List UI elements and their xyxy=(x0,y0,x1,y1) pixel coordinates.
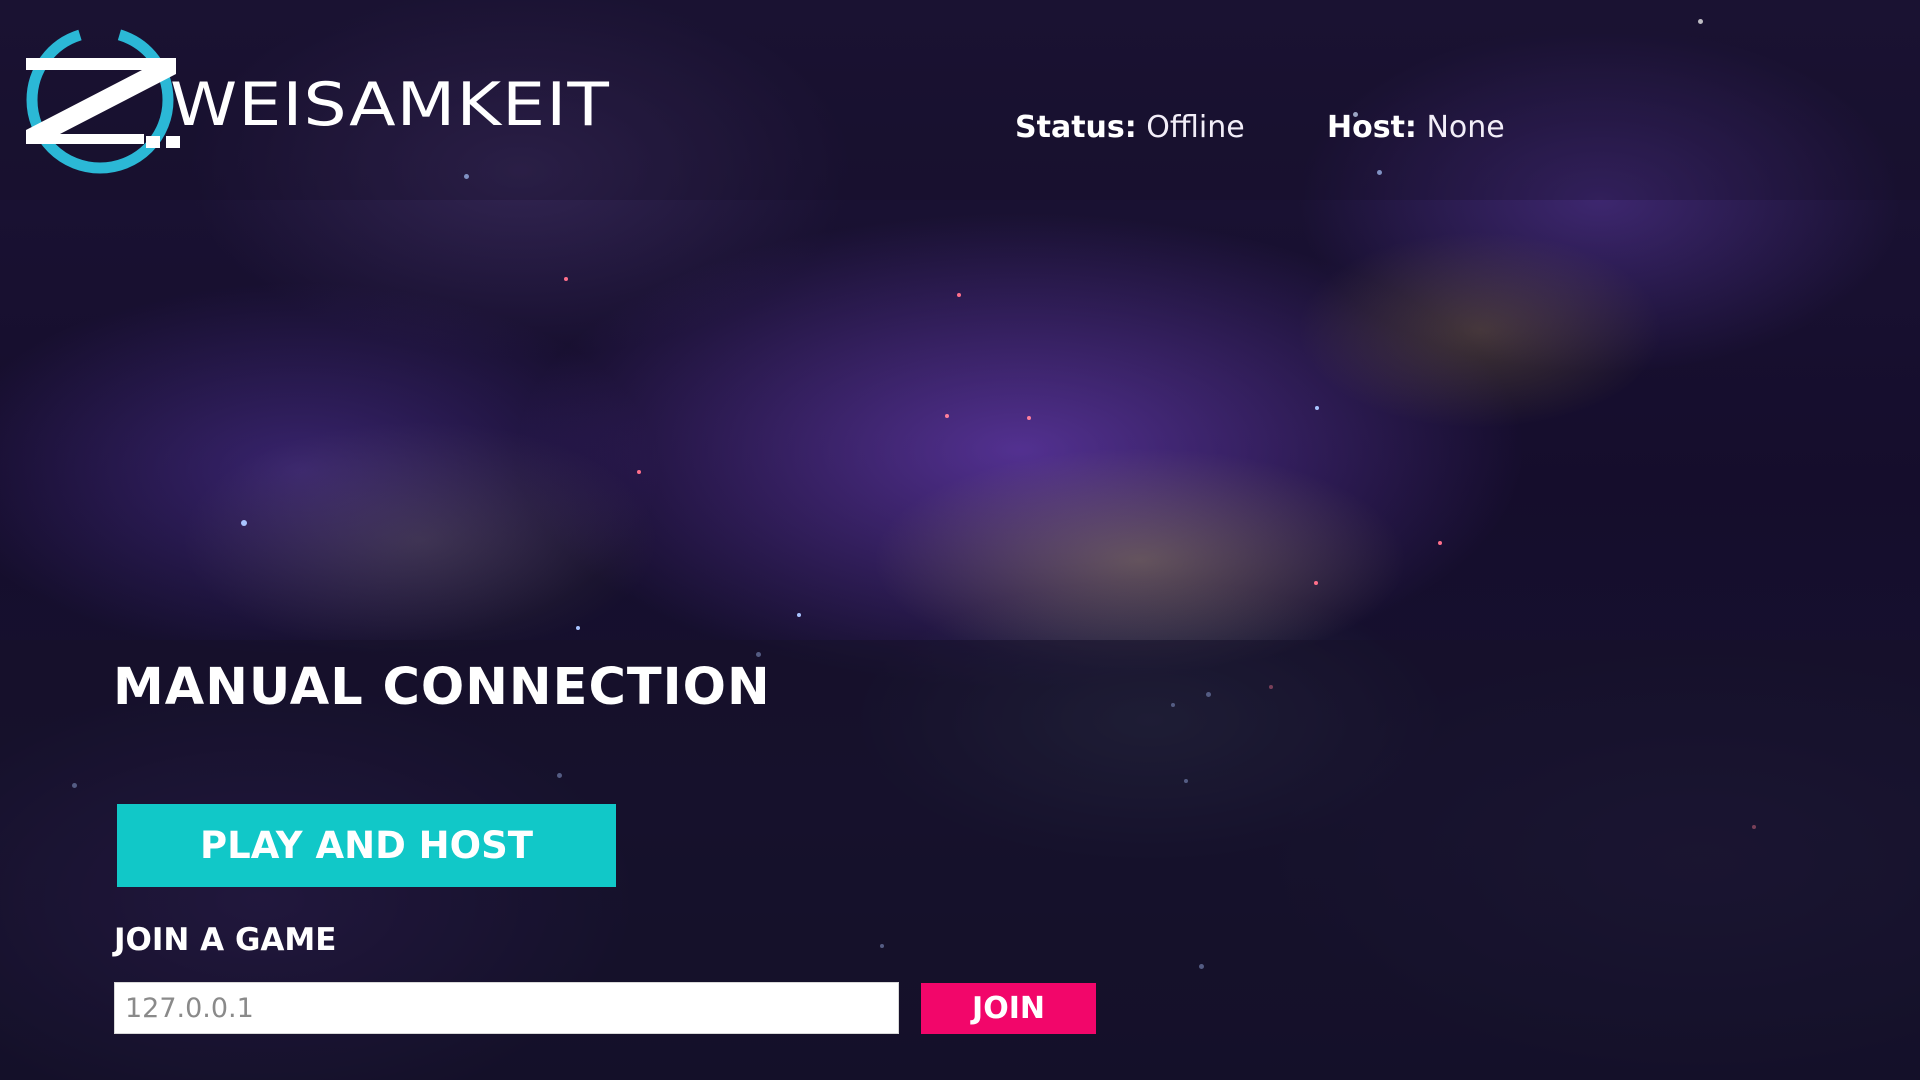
star xyxy=(945,414,949,418)
connection-status: Status: Offline xyxy=(1015,110,1245,145)
star xyxy=(241,520,247,526)
star xyxy=(1438,541,1442,545)
status-label: Status: xyxy=(1015,110,1137,145)
star xyxy=(576,626,580,630)
status-value: Offline xyxy=(1146,110,1245,145)
logo-wordmark: WEISAMKEIT xyxy=(170,70,610,140)
star xyxy=(1314,581,1318,585)
game-logo: WEISAMKEIT xyxy=(26,26,610,174)
panel-title: MANUAL CONNECTION xyxy=(113,658,771,717)
host-value: None xyxy=(1426,110,1505,145)
join-button[interactable]: JOIN xyxy=(921,983,1096,1034)
host-status: Host: None xyxy=(1327,110,1505,145)
star xyxy=(1315,406,1319,410)
star xyxy=(564,277,568,281)
star xyxy=(637,470,641,474)
play-and-host-button[interactable]: PLAY AND HOST xyxy=(117,804,616,887)
star xyxy=(1027,416,1031,420)
z-ring-logo-icon xyxy=(26,26,180,174)
host-address-input[interactable] xyxy=(114,982,899,1034)
host-label: Host: xyxy=(1327,110,1417,145)
star xyxy=(797,613,801,617)
space-background: WEISAMKEIT Status: Offline Host: None MA… xyxy=(0,0,1920,1080)
join-a-game-label: JOIN A GAME xyxy=(114,922,337,958)
star xyxy=(957,293,961,297)
